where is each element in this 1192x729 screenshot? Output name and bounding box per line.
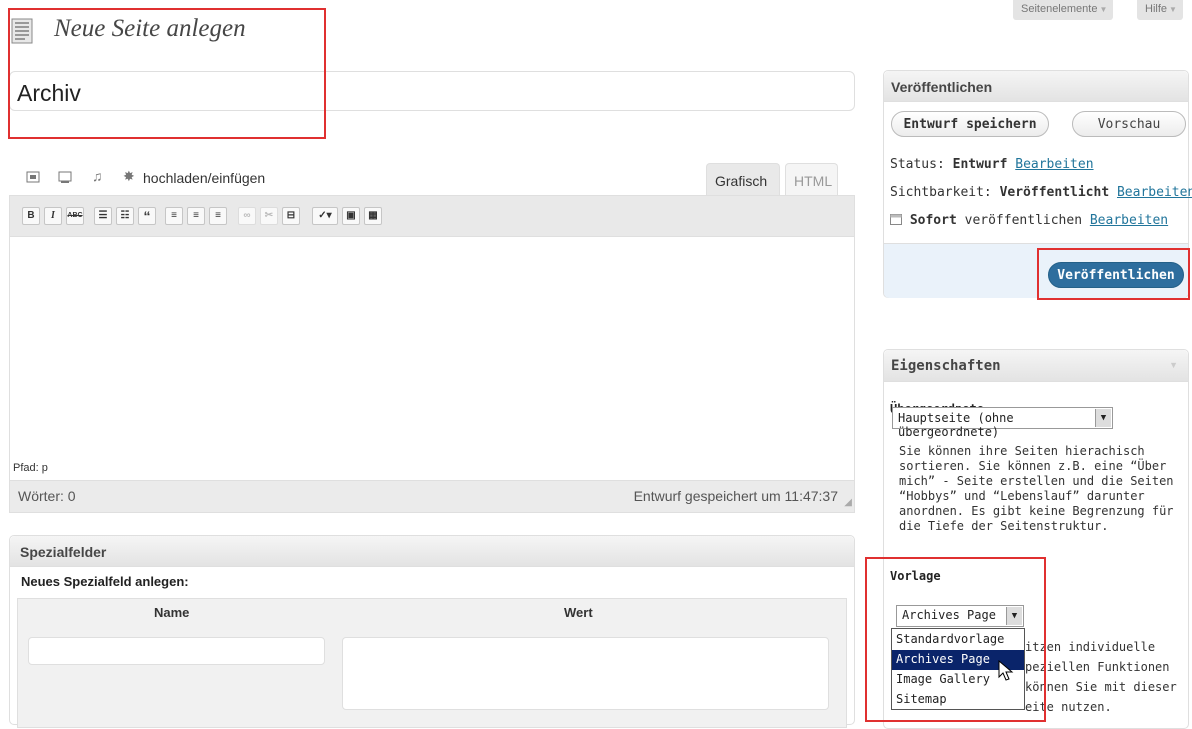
column-header-name: Name	[154, 605, 190, 620]
bold-button[interactable]: B	[22, 207, 40, 225]
fullscreen-button[interactable]: ▣	[342, 207, 360, 225]
schedule-line: Sofort veröffentlichen Bearbeiten	[890, 213, 1168, 228]
visibility-label: Sichtbarkeit:	[890, 185, 992, 200]
chevron-down-icon: ▼	[1169, 5, 1177, 14]
template-option[interactable]: Standardvorlage	[892, 630, 1024, 650]
image-icon[interactable]	[26, 170, 40, 184]
custom-fields-header[interactable]: Spezialfelder	[10, 536, 854, 567]
template-help-text: itzen individuelle peziellen Funktionen …	[1025, 637, 1185, 717]
status-line: Status: Entwurf Bearbeiten	[890, 157, 1094, 172]
template-help-line: können Sie mit dieser	[1025, 680, 1177, 694]
align-center-button[interactable]: ≡	[187, 207, 205, 225]
edit-schedule-link[interactable]: Bearbeiten	[1090, 213, 1168, 228]
align-left-button[interactable]: ≡	[165, 207, 183, 225]
visibility-line: Sichtbarkeit: Veröffentlicht Bearbeiten	[890, 185, 1192, 200]
attributes-title: Eigenschaften	[891, 358, 1001, 374]
edit-visibility-link[interactable]: Bearbeiten	[1117, 185, 1192, 200]
bullet-list-button[interactable]: ☰	[94, 207, 112, 225]
chevron-down-icon: ▼	[1095, 409, 1111, 427]
audio-icon[interactable]: ♫	[92, 168, 103, 184]
publish-title: Veröffentlichen	[891, 79, 993, 95]
template-help-line: itzen individuelle	[1025, 640, 1156, 654]
video-icon[interactable]	[58, 170, 72, 184]
visibility-value: Veröffentlicht	[999, 185, 1110, 200]
template-select-value: Archives Page	[902, 608, 996, 622]
tab-html[interactable]: HTML	[785, 163, 838, 195]
editor-status-bar: Wörter: 0 Entwurf gespeichert um 11:47:3…	[10, 480, 854, 512]
custom-field-table: Name Wert	[17, 598, 847, 728]
schedule-value: Sofort	[909, 213, 957, 228]
help-label: Hilfe	[1145, 3, 1168, 15]
toggle-arrow-icon[interactable]: ▼	[1169, 360, 1178, 370]
italic-button[interactable]: I	[44, 207, 62, 225]
preview-button[interactable]: Vorschau	[1072, 111, 1186, 137]
resize-handle-icon[interactable]: ◢	[844, 497, 852, 508]
column-header-value: Wert	[564, 605, 593, 620]
editor-content-area[interactable]	[10, 237, 854, 455]
media-icon[interactable]: ✸	[123, 168, 135, 185]
page-icon	[11, 18, 33, 44]
screen-options-button[interactable]: Seitenelemente ▼	[1013, 0, 1114, 20]
template-option[interactable]: Sitemap	[892, 690, 1024, 710]
page-title: Neue Seite anlegen	[54, 15, 246, 42]
more-tag-button[interactable]: ⊟	[282, 207, 300, 225]
field-name-input[interactable]	[28, 637, 325, 665]
schedule-suffix: veröffentlichen	[964, 213, 1083, 228]
upload-insert-link[interactable]: hochladen/einfügen	[143, 170, 265, 186]
template-help-line: peziellen Funktionen	[1025, 660, 1170, 674]
custom-fields-box: Spezialfelder Neues Spezialfeld anlegen:…	[9, 535, 855, 728]
status-value: Entwurf	[952, 157, 1008, 172]
editor-toolbar: B I ABC ☰ ☷ “ ≡ ≡ ≡ ∞ ✂ ⊟ ✓▾ ▣ ▦	[10, 196, 854, 237]
parent-select-value: Hauptseite (ohne übergeordnete)	[898, 411, 1014, 439]
chevron-down-icon: ▼	[1099, 5, 1108, 14]
tab-visual[interactable]: Grafisch	[706, 163, 780, 195]
publish-header[interactable]: Veröffentlichen	[884, 71, 1188, 102]
parent-select[interactable]: Hauptseite (ohne übergeordnete) ▼	[892, 407, 1113, 439]
screen-options-label: Seitenelemente	[1021, 3, 1098, 15]
template-select[interactable]: Archives Page ▼	[896, 605, 1024, 627]
save-draft-button[interactable]: Entwurf speichern	[891, 111, 1049, 137]
calendar-icon	[890, 214, 902, 225]
numbered-list-button[interactable]: ☷	[116, 207, 134, 225]
strikethrough-button[interactable]: ABC	[66, 207, 84, 225]
blockquote-button[interactable]: “	[138, 207, 156, 225]
align-right-button[interactable]: ≡	[209, 207, 227, 225]
link-icon[interactable]: ∞	[238, 207, 256, 225]
parent-help-text: Sie können ihre Seiten hierachisch sorti…	[899, 444, 1174, 533]
template-label: Vorlage	[890, 569, 941, 583]
kitchen-sink-button[interactable]: ▦	[364, 207, 382, 225]
mouse-cursor-icon	[998, 660, 1014, 681]
edit-status-link[interactable]: Bearbeiten	[1015, 157, 1093, 172]
status-label: Status:	[890, 157, 945, 172]
word-count: Wörter: 0	[18, 488, 76, 504]
editor-path: Pfad: p	[10, 455, 854, 480]
attributes-header[interactable]: Eigenschaften ▼	[884, 350, 1188, 382]
publish-button[interactable]: Veröffentlichen	[1048, 262, 1184, 288]
spellcheck-button[interactable]: ✓▾	[312, 207, 338, 225]
title-input[interactable]	[9, 71, 855, 111]
unlink-icon[interactable]: ✂	[260, 207, 278, 225]
publish-actions: Veröffentlichen	[884, 243, 1188, 298]
custom-fields-title: Spezialfelder	[20, 544, 107, 560]
chevron-down-icon: ▼	[1006, 607, 1022, 625]
publish-box: Veröffentlichen Entwurf speichern Vorsch…	[883, 70, 1192, 298]
autosave-status: Entwurf gespeichert um 11:47:37	[633, 488, 838, 504]
new-field-label: Neues Spezialfeld anlegen:	[21, 574, 189, 589]
content-editor: B I ABC ☰ ☷ “ ≡ ≡ ≡ ∞ ✂ ⊟ ✓▾ ▣ ▦ Pfad: p…	[9, 195, 855, 513]
help-button[interactable]: Hilfe ▼	[1137, 0, 1183, 20]
template-help-line: eite nutzen.	[1025, 700, 1112, 714]
field-value-input[interactable]	[342, 637, 829, 710]
